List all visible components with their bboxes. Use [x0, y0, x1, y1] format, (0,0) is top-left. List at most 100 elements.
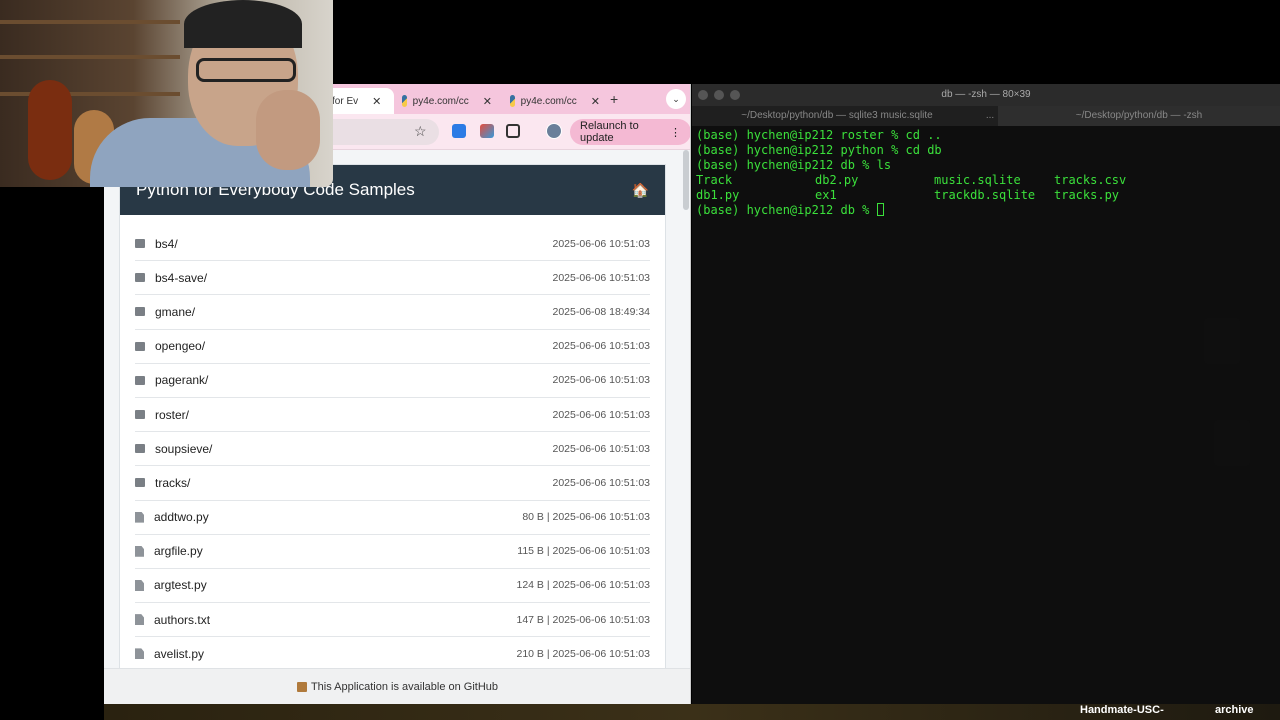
entry-name-link[interactable]: authors.txt: [154, 613, 516, 627]
home-icon[interactable]: 🏠: [632, 182, 649, 199]
bookshelf: [0, 55, 180, 59]
close-icon[interactable]: ✕: [483, 95, 492, 108]
folder-icon: [135, 375, 145, 385]
tab-label: py4e.com/cc: [520, 95, 577, 107]
footer-text[interactable]: This Application is available on GitHub: [311, 681, 498, 693]
tab-label: py4e.com/cc: [412, 95, 469, 107]
entry-name-link[interactable]: pagerank/: [155, 373, 553, 387]
entry-meta: 124 B | 2025-06-06 10:51:03: [516, 579, 650, 592]
folder-icon: [135, 273, 145, 283]
list-item[interactable]: bs4/2025-06-06 10:51:03: [135, 227, 651, 262]
chevron-down-icon[interactable]: ⌄: [666, 89, 686, 109]
list-item[interactable]: soupsieve/2025-06-06 10:51:03: [135, 432, 650, 467]
webcam-overlay: [0, 0, 333, 187]
entry-meta: 2025-06-06 10:51:03: [552, 271, 651, 284]
minimize-window-icon[interactable]: [714, 90, 724, 100]
terminal-title: db — -zsh — 80×39: [941, 89, 1031, 100]
ls-entry: db1.py: [696, 188, 740, 202]
tab-active[interactable]: for Ev ✕: [324, 88, 394, 114]
list-item[interactable]: tracks/2025-06-06 10:51:03: [135, 466, 651, 501]
more-icon[interactable]: ⋮: [670, 126, 681, 139]
ls-output-row: Track db2.py music.sqlite tracks.csv: [696, 173, 1276, 188]
entry-name-link[interactable]: soupsieve/: [155, 442, 553, 456]
list-item[interactable]: opengeo/2025-06-06 10:51:03: [135, 330, 650, 364]
terminal-line: (base) hychen@ip212 roster % cd ..: [696, 128, 942, 142]
entry-meta: 2025-06-06 10:51:03: [552, 340, 651, 353]
scrollbar[interactable]: [683, 150, 689, 210]
list-item[interactable]: gmane/2025-06-08 18:49:34: [135, 295, 650, 330]
tab-label: for Ev: [332, 95, 359, 107]
package-icon: [296, 681, 307, 692]
entry-name-link[interactable]: bs4-save/: [155, 271, 553, 285]
extension-icon[interactable]: [480, 124, 494, 138]
desktop-item-label[interactable]: archive: [1215, 704, 1254, 716]
tab[interactable]: py4e.com/cc ✕: [502, 88, 608, 114]
entry-name-link[interactable]: argfile.py: [154, 544, 517, 558]
file-list: bs4/2025-06-06 10:51:03 bs4-save/2025-06-…: [120, 215, 665, 672]
entry-name-link[interactable]: avelist.py: [154, 647, 516, 661]
list-item[interactable]: argfile.py 115 B | 2025-06-06 10:51:03: [135, 535, 650, 569]
terminal-tab-overflow[interactable]: ...: [982, 106, 998, 126]
list-item[interactable]: pagerank/2025-06-06 10:51:03: [135, 364, 650, 398]
folder-icon: [135, 478, 145, 488]
relaunch-button[interactable]: Relaunch to update ⋮: [570, 119, 690, 145]
bookshelf: [0, 92, 180, 96]
ls-entry: tracks.py: [1054, 188, 1120, 202]
close-icon[interactable]: ✕: [372, 95, 381, 108]
terminal-line: (base) hychen@ip212 db % ls: [696, 158, 892, 172]
entry-meta: 2025-06-06 10:51:03: [552, 374, 651, 387]
violin: [28, 80, 72, 180]
bookmark-star-icon[interactable]: ☆: [414, 123, 427, 140]
folder-icon: [135, 307, 145, 317]
terminal-tab[interactable]: ~/Desktop/python/db — sqlite3 music.sqli…: [692, 106, 982, 126]
maximize-window-icon[interactable]: [730, 90, 740, 100]
list-item[interactable]: roster/2025-06-06 10:51:03: [135, 398, 650, 433]
file-icon: [135, 648, 144, 660]
entry-name-link[interactable]: addtwo.py: [154, 510, 522, 524]
list-item[interactable]: argtest.py 124 B | 2025-06-06 10:51:03: [135, 569, 650, 604]
terminal-prompt: (base) hychen@ip212 db %: [696, 203, 877, 217]
terminal-cursor: [876, 203, 884, 216]
tab[interactable]: py4e.com/cc ✕: [394, 88, 500, 114]
list-item[interactable]: addtwo.py 80 B | 2025-06-06 10:51:03: [135, 501, 650, 535]
terminal-tab-active[interactable]: ~/Desktop/python/db — -zsh: [998, 106, 1280, 126]
person-glasses: [196, 58, 296, 82]
terminal-window: db — -zsh — 80×39 ~/Desktop/python/db — …: [692, 84, 1280, 704]
page-content: Python for Everybody Code Samples 🏠 bs4/…: [104, 150, 690, 704]
entry-name-link[interactable]: opengeo/: [155, 339, 553, 353]
python-icon: [510, 95, 515, 107]
folder-icon: [135, 410, 145, 420]
close-window-icon[interactable]: [698, 90, 708, 100]
file-icon: [135, 545, 144, 557]
new-tab-icon[interactable]: +: [610, 91, 618, 107]
extension-icon[interactable]: [452, 124, 466, 138]
entry-name-link[interactable]: tracks/: [155, 476, 553, 490]
page-footer: This Application is available on GitHub: [104, 668, 690, 704]
entry-name-link[interactable]: gmane/: [155, 305, 553, 319]
entry-meta: 80 B | 2025-06-06 10:51:03: [522, 511, 650, 524]
desktop-item-label[interactable]: Handmate-USC-: [1080, 704, 1164, 716]
avatar[interactable]: [546, 123, 562, 139]
folder-icon: [135, 341, 145, 351]
entry-meta: 2025-06-06 10:51:03: [552, 237, 651, 250]
bookshelf: [0, 20, 180, 24]
terminal-tab-bar: ~/Desktop/python/db — sqlite3 music.sqli…: [692, 106, 1280, 126]
list-item[interactable]: authors.txt 147 B | 2025-06-06 10:51:03: [135, 603, 650, 638]
puzzle-icon[interactable]: [506, 124, 520, 138]
terminal-line: (base) hychen@ip212 python % cd db: [696, 143, 942, 157]
ls-entry: ex1: [815, 188, 837, 202]
terminal-titlebar: db — -zsh — 80×39: [692, 84, 1280, 106]
list-item[interactable]: bs4-save/2025-06-06 10:51:03: [135, 261, 651, 296]
entry-meta: 2025-06-06 10:51:03: [552, 476, 651, 489]
list-item[interactable]: avelist.py 210 B | 2025-06-06 10:51:03: [135, 637, 650, 672]
entry-name-link[interactable]: argtest.py: [154, 578, 516, 592]
terminal-output[interactable]: (base) hychen@ip212 roster % cd .. (base)…: [696, 128, 1276, 218]
entry-meta: 147 B | 2025-06-06 10:51:03: [516, 613, 650, 626]
entry-name-link[interactable]: roster/: [155, 408, 553, 422]
entry-name-link[interactable]: bs4/: [155, 237, 553, 251]
terminal-prompt-line: (base) hychen@ip212 db %: [696, 203, 1276, 218]
close-icon[interactable]: ✕: [591, 95, 600, 108]
ls-entry: trackdb.sqlite: [934, 188, 1036, 202]
window-controls: [698, 90, 740, 100]
entry-meta: 210 B | 2025-06-06 10:51:03: [516, 647, 650, 660]
